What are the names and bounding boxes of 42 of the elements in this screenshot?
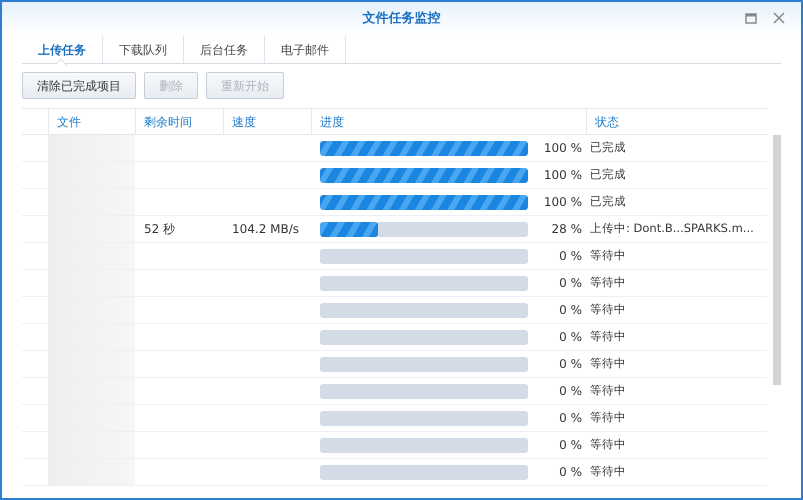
status-cell-text: 等待中 [589, 382, 627, 400]
percent-text: 0 % [558, 248, 583, 265]
percent-text: 100 % [542, 167, 583, 184]
toolbar-button[interactable]: 清除已完成项目 [22, 72, 136, 99]
status-cell-text: 等待中 [589, 436, 627, 454]
percent-text: 0 % [558, 302, 583, 319]
percent-text: 0 % [558, 275, 583, 292]
tab[interactable]: 下载队列 [103, 36, 184, 63]
percent-text: 100 % [542, 194, 583, 211]
time-left-cell-text: 52 秒 [143, 221, 176, 238]
percent-text: 0 % [558, 329, 583, 346]
percent-text: 28 % [550, 221, 583, 238]
status-cell-text: 等待中 [589, 409, 627, 426]
column-header[interactable]: 文件 [48, 109, 135, 134]
status-cell-text: 上传中: Dont.B...SPARKS.m... [589, 220, 755, 238]
column-header[interactable]: 剩余时间 [135, 109, 223, 134]
status-cell-text: 等待中 [589, 274, 627, 292]
status-cell-text: 等待中 [589, 463, 627, 480]
column-header[interactable]: 速度 [223, 109, 311, 134]
status-cell-text: 等待中 [589, 355, 627, 372]
tab[interactable]: 电子邮件 [265, 36, 346, 63]
percent-text: 100 % [542, 140, 583, 157]
status-cell-text: 等待中 [589, 301, 627, 318]
status-cell-text: 已完成 [589, 166, 627, 184]
status-cell-text: 已完成 [589, 193, 627, 210]
percent-text: 0 % [558, 383, 583, 400]
percent-text: 0 % [558, 410, 583, 427]
column-header[interactable]: 进度 [311, 109, 586, 134]
maximize-icon[interactable] [745, 12, 757, 24]
percent-text: 0 % [558, 437, 583, 454]
tab[interactable]: 后台任务 [184, 36, 265, 63]
scrollbar[interactable] [773, 135, 781, 385]
status-cell-text: 等待中 [589, 247, 627, 264]
tab[interactable]: 上传任务 [22, 36, 103, 63]
status-cell-text: 等待中 [589, 328, 627, 346]
percent-text: 0 % [558, 356, 583, 373]
close-icon[interactable] [773, 12, 785, 24]
column-header[interactable]: 状态 [586, 109, 767, 134]
percent-text: 0 % [558, 464, 583, 481]
window-title: 文件任务监控 [362, 10, 440, 28]
status-cell-text: 已完成 [589, 139, 627, 156]
speed-cell-text: 104.2 MB/s [231, 221, 300, 238]
